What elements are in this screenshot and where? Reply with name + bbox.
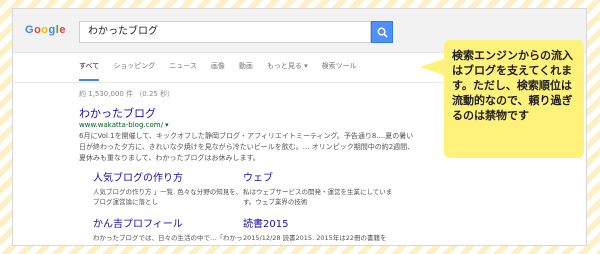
result-url[interactable]: www.wakatta-blog.com/ ▾ xyxy=(79,121,169,129)
sitelink-text: わかったブログでは、日々の生活の中で…「わかった」と感じた xyxy=(93,234,243,245)
sitelink-title[interactable]: 人気ブログの作り方 xyxy=(93,169,243,184)
result-snippet: 6月にVol.1を開催して、キックオフした静岡ブログ・アフィリエイトミーティング… xyxy=(79,132,415,162)
result-title-link[interactable]: わかったブログ xyxy=(79,105,156,121)
tab-images[interactable]: 画像 xyxy=(211,61,225,81)
callout-tail xyxy=(420,58,446,76)
tab-more[interactable]: もっと見る ▾ xyxy=(267,61,308,81)
sitelink-text: 2015/12/28 読書2015. 2015年は22冊の書籍を … 大好きな本… xyxy=(243,234,387,245)
tab-shopping[interactable]: ショッピング xyxy=(113,61,155,81)
search-button[interactable] xyxy=(371,21,393,43)
search-input[interactable]: わかったブログ xyxy=(79,21,371,43)
sitelink-title[interactable]: ウェブ xyxy=(243,169,393,184)
sitelink: 読書2015 2015/12/28 読書2015. 2015年は22冊の書籍を … xyxy=(243,215,393,245)
tab-all[interactable]: すべて xyxy=(79,61,100,81)
sitelink: 人気ブログの作り方 人気ブログの作り方 」一覧. 色々な分野の知見を、ブログ運営… xyxy=(93,169,243,207)
tab-news[interactable]: ニュース xyxy=(169,61,197,81)
search-tabs: すべて ショッピング ニュース 画像 動画 もっと見る ▾ 検索ツール xyxy=(79,61,357,81)
tab-videos[interactable]: 動画 xyxy=(239,61,253,81)
sitelink-text: 私はウェブサービスの開発・運営を生業にしています。ウェブ業界の技術 xyxy=(243,188,393,206)
tab-search-tools[interactable]: 検索ツール xyxy=(322,61,357,81)
search-icon xyxy=(377,27,388,38)
sitelink-title[interactable]: 読書2015 xyxy=(243,215,393,230)
sitelink-text: 人気ブログの作り方 」一覧. 色々な分野の知見を、ブログ運営論に落とし xyxy=(93,188,243,206)
sitelink: ウェブ 私はウェブサービスの開発・運営を生業にしています。ウェブ業界の技術 xyxy=(243,169,393,207)
callout-bubble: 検索エンジンからの流入はブログを支えてくれます。ただし、検索順位は流動的なので、… xyxy=(444,40,584,158)
result-count: 約 1,530,000 件 （0.25 秒） xyxy=(79,90,175,98)
google-logo[interactable]: Google xyxy=(25,24,66,36)
sitelink-title[interactable]: かん吉プロフィール xyxy=(93,215,243,230)
sitelink: かん吉プロフィール わかったブログでは、日々の生活の中で…「わかった」と感じた xyxy=(93,215,243,245)
